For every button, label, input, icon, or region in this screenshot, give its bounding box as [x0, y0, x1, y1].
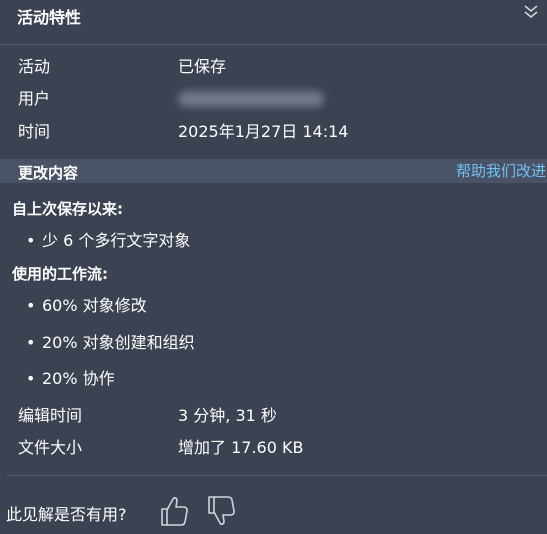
stat-row-edit-time: 编辑时间 3 分钟, 31 秒 — [0, 403, 547, 429]
detail-row-time: 时间 2025年1月27日 14:14 — [0, 119, 547, 145]
list-item: • 60% 对象修改 — [26, 296, 147, 315]
chevron-double-down-icon[interactable] — [522, 3, 540, 21]
panel-header: 活动特性 — [0, 0, 547, 44]
activity-label: 活动 — [18, 57, 51, 76]
stat-row-file-size: 文件大小 增加了 17.60 KB — [0, 435, 547, 461]
list-item-text: 少 6 个多行文字对象 — [42, 231, 191, 250]
help-improve-link[interactable]: 帮助我们改进 — [456, 160, 546, 181]
activity-value: 已保存 — [178, 57, 227, 76]
detail-row-user: 用户 — [0, 86, 547, 112]
list-item-text: 20% 协作 — [42, 369, 115, 388]
thumbs-up-icon[interactable] — [158, 493, 190, 529]
footer-divider — [6, 475, 547, 476]
detail-row-activity: 活动 已保存 — [0, 54, 547, 80]
header-divider — [0, 44, 547, 45]
list-item: • 20% 对象创建和组织 — [26, 333, 195, 352]
file-size-value: 增加了 17.60 KB — [178, 438, 304, 457]
changes-section-header: 更改内容 帮助我们改进 — [0, 159, 547, 183]
changes-title: 更改内容 — [18, 164, 79, 182]
user-label: 用户 — [18, 89, 51, 108]
feedback-question: 此见解是否有用? — [6, 505, 127, 524]
edit-time-label: 编辑时间 — [18, 406, 83, 425]
user-value-redacted — [178, 91, 324, 107]
file-size-label: 文件大小 — [18, 438, 83, 457]
panel-title: 活动特性 — [17, 8, 82, 27]
list-item-text: 20% 对象创建和组织 — [42, 333, 195, 352]
list-item: • 少 6 个多行文字对象 — [26, 231, 191, 250]
time-label: 时间 — [18, 122, 51, 141]
edit-time-value: 3 分钟, 31 秒 — [178, 406, 277, 425]
thumbs-down-icon[interactable] — [205, 493, 237, 529]
since-last-save-heading: 自上次保存以来: — [12, 200, 123, 218]
list-item-text: 60% 对象修改 — [42, 296, 147, 315]
workflow-heading: 使用的工作流: — [12, 265, 108, 283]
time-value: 2025年1月27日 14:14 — [178, 122, 349, 141]
list-item: • 20% 协作 — [26, 369, 115, 388]
